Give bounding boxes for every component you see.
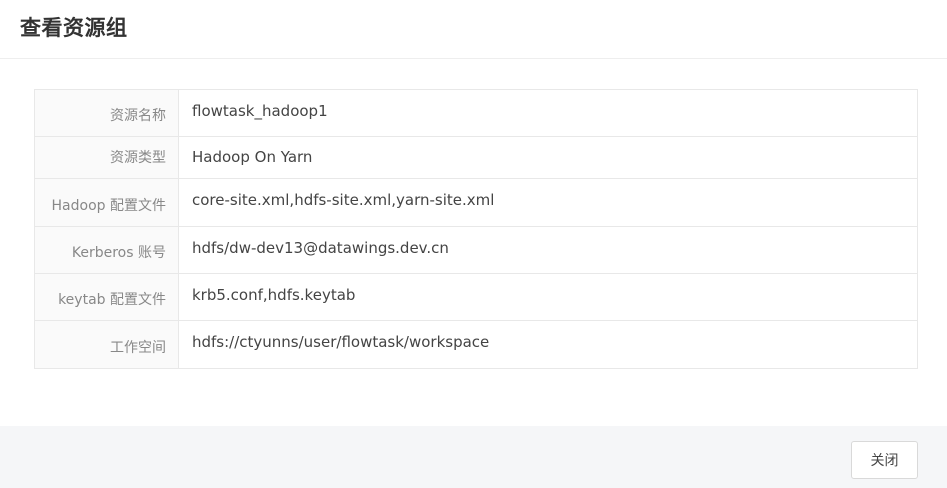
detail-label: 工作空间 [35,321,179,368]
detail-label: 资源名称 [35,90,179,136]
detail-value: krb5.conf,hdfs.keytab [192,286,356,304]
detail-value: flowtask_hadoop1 [192,102,328,120]
dialog-footer: 关闭 [0,426,947,488]
detail-value: core-site.xml,hdfs-site.xml,yarn-site.xm… [192,191,495,209]
detail-label: Kerberos 账号 [35,227,179,273]
detail-label: Hadoop 配置文件 [35,179,179,226]
dialog-title: 查看资源组 [20,16,128,40]
dialog-header: 查看资源组 [0,0,947,59]
detail-row-kerberos-account: Kerberos 账号 hdfs/dw-dev13@datawings.dev.… [35,227,917,274]
close-button[interactable]: 关闭 [851,441,918,479]
resource-details-table: 资源名称 flowtask_hadoop1 资源类型 Hadoop On Yar… [34,89,918,369]
detail-row-hadoop-config: Hadoop 配置文件 core-site.xml,hdfs-site.xml,… [35,179,917,227]
detail-label: keytab 配置文件 [35,274,179,320]
detail-value: hdfs://ctyunns/user/flowtask/workspace [192,333,490,351]
detail-row-workspace: 工作空间 hdfs://ctyunns/user/flowtask/worksp… [35,321,917,368]
detail-row-resource-type: 资源类型 Hadoop On Yarn [35,137,917,179]
detail-value: hdfs/dw-dev13@datawings.dev.cn [192,239,449,257]
detail-row-resource-name: 资源名称 flowtask_hadoop1 [35,90,917,137]
detail-label: 资源类型 [35,137,179,178]
detail-row-keytab-config: keytab 配置文件 krb5.conf,hdfs.keytab [35,274,917,321]
view-resource-group-dialog: 查看资源组 资源名称 flowtask_hadoop1 资源类型 Hadoop … [0,0,947,488]
detail-value: Hadoop On Yarn [192,148,313,166]
